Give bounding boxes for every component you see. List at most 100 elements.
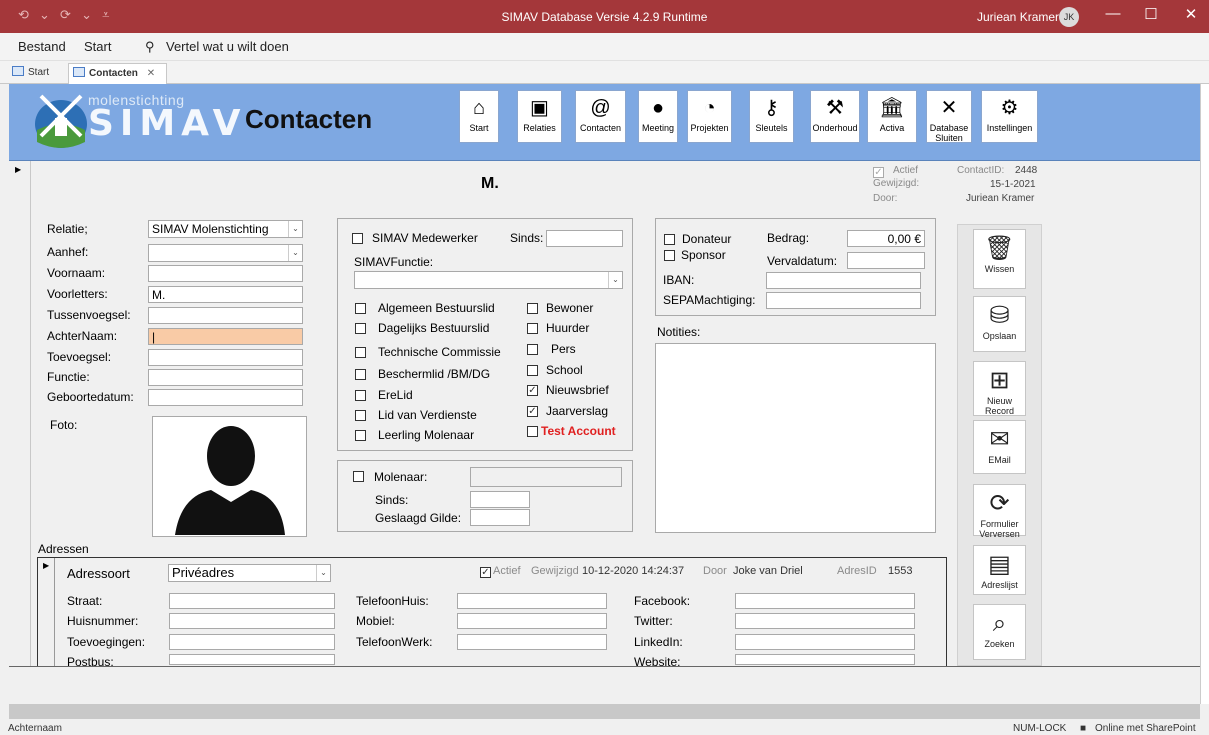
maximize-icon[interactable]: ☐ bbox=[1136, 5, 1166, 23]
user-name[interactable]: Juriean Kramer bbox=[977, 10, 1059, 24]
tab-contacten[interactable]: Contacten ✕ bbox=[68, 63, 167, 84]
categorie-checkbox[interactable]: ✓ bbox=[527, 406, 538, 417]
photo-frame[interactable] bbox=[152, 416, 307, 537]
categorie-label: School bbox=[546, 363, 583, 377]
form-header: molenstichting SIMAV Contacten ⌂ Start ▣ Re… bbox=[9, 84, 1200, 161]
adres-door-label: Door bbox=[703, 565, 727, 577]
functie-field[interactable] bbox=[148, 369, 303, 386]
refresh-icon: ⟳ bbox=[989, 490, 1010, 517]
subform-record-selector[interactable]: ▶ bbox=[38, 558, 55, 666]
adres-actief-checkbox[interactable]: ✓ bbox=[480, 567, 491, 578]
geboortedatum-field[interactable] bbox=[148, 389, 303, 406]
sinds-field[interactable] bbox=[546, 230, 623, 247]
sponsor-checkbox[interactable] bbox=[664, 250, 675, 261]
nav-button-0[interactable]: ⌂ Start bbox=[459, 90, 499, 143]
notities-field[interactable] bbox=[655, 343, 936, 533]
sidebar-button-1[interactable]: ⛁ Opslaan bbox=[973, 296, 1026, 352]
notities-label: Notities: bbox=[657, 325, 701, 339]
bedrag-field[interactable]: 0,00 € bbox=[847, 230, 925, 247]
adressoort-combo[interactable]: Privéadres ⌄ bbox=[168, 564, 331, 582]
voornaam-field[interactable] bbox=[148, 265, 303, 282]
record-selector[interactable]: ▶ bbox=[9, 161, 31, 666]
categorie-checkbox[interactable] bbox=[527, 303, 538, 314]
address-field[interactable] bbox=[169, 613, 335, 629]
social-field[interactable] bbox=[735, 654, 915, 665]
nav-button-3[interactable]: ● Meeting bbox=[638, 90, 678, 143]
simav-medewerker-checkbox[interactable] bbox=[352, 233, 363, 244]
avatar[interactable]: JK bbox=[1059, 7, 1079, 27]
nav-button-7[interactable]: 🏛 Activa bbox=[867, 90, 917, 143]
sidebar-button-5[interactable]: ▤ Adreslijst bbox=[973, 545, 1026, 595]
menu-start[interactable]: Start bbox=[84, 39, 111, 54]
molenaar-checkbox[interactable] bbox=[353, 471, 364, 482]
sharepoint-icon: ■ bbox=[1080, 723, 1087, 734]
relatie-combo[interactable]: SIMAV Molenstichting ⌄ bbox=[148, 220, 303, 238]
tussenvoegsel-field[interactable] bbox=[148, 307, 303, 324]
molenaar-sinds-label: Sinds: bbox=[375, 493, 409, 507]
vertical-scrollbar[interactable] bbox=[1200, 84, 1209, 704]
categorie-checkbox[interactable] bbox=[527, 323, 538, 334]
toevoegsel-field[interactable] bbox=[148, 349, 303, 366]
phone-field[interactable] bbox=[457, 634, 607, 650]
aanhef-combo[interactable]: ⌄ bbox=[148, 244, 303, 262]
close-icon[interactable]: ✕ bbox=[1176, 5, 1206, 23]
achternaam-field[interactable]: | bbox=[148, 328, 303, 345]
phone-field[interactable] bbox=[457, 613, 607, 629]
categorie-checkbox[interactable] bbox=[527, 365, 538, 376]
horizontal-scrollbar[interactable] bbox=[9, 704, 1200, 719]
social-field[interactable] bbox=[735, 593, 915, 609]
sidebar-button-0[interactable]: 🗑 Wissen bbox=[973, 229, 1026, 289]
nav-button-6[interactable]: ⚒ Onderhoud bbox=[810, 90, 860, 143]
menu-bestand[interactable]: Bestand bbox=[18, 39, 66, 54]
record-name: M. bbox=[481, 175, 499, 192]
voorletters-field[interactable]: M. bbox=[148, 286, 303, 303]
address-field[interactable] bbox=[169, 593, 335, 609]
close-tab-icon[interactable]: ✕ bbox=[147, 68, 155, 79]
categorie-label: Nieuwsbrief bbox=[546, 383, 609, 397]
molenaar-sinds-field[interactable] bbox=[470, 491, 530, 508]
functie-checkbox[interactable] bbox=[355, 410, 366, 421]
functie-checkbox[interactable] bbox=[355, 303, 366, 314]
simavfunctie-combo[interactable]: ⌄ bbox=[354, 271, 623, 289]
categorie-checkbox[interactable]: ✓ bbox=[527, 385, 538, 396]
sidebar-button-4[interactable]: ⟳ Formulier Verversen bbox=[973, 484, 1026, 539]
functie-checkbox[interactable] bbox=[355, 347, 366, 358]
nav-label: Meeting bbox=[641, 123, 675, 133]
adressen-title: Adressen bbox=[38, 542, 89, 556]
nav-button-5[interactable]: ⚷ Sleutels bbox=[749, 90, 794, 143]
nav-button-1[interactable]: ▣ Relaties bbox=[517, 90, 562, 143]
vervaldatum-field[interactable] bbox=[847, 252, 925, 269]
nav-button-2[interactable]: @ Contacten bbox=[575, 90, 626, 143]
molenaar-label: Molenaar: bbox=[374, 470, 428, 484]
social-field[interactable] bbox=[735, 613, 915, 629]
functie-checkbox[interactable] bbox=[355, 369, 366, 380]
nav-button-9[interactable]: ⚙ Instellingen bbox=[981, 90, 1038, 143]
sidebar-button-3[interactable]: ✉ EMail bbox=[973, 420, 1026, 474]
minimize-icon[interactable]: — bbox=[1098, 5, 1128, 22]
phone-field[interactable] bbox=[457, 593, 607, 609]
molenaar-field[interactable] bbox=[470, 467, 622, 487]
sepa-field[interactable] bbox=[766, 292, 921, 309]
search-icon[interactable]: ⚲ bbox=[145, 39, 155, 55]
sidebar-button-6[interactable]: ⌕ Zoeken bbox=[973, 604, 1026, 660]
functie-checkbox[interactable] bbox=[355, 430, 366, 441]
address-field[interactable] bbox=[169, 634, 335, 650]
nav-button-4[interactable]: ◔ Projekten bbox=[687, 90, 732, 143]
tell-me-box[interactable]: Vertel wat u wilt doen bbox=[166, 39, 289, 54]
gear-icon: ⚙ bbox=[1000, 97, 1019, 119]
functie-checkbox[interactable] bbox=[355, 323, 366, 334]
gilde-field[interactable] bbox=[470, 509, 530, 526]
functie-checkbox[interactable] bbox=[355, 390, 366, 401]
test-account-checkbox[interactable] bbox=[527, 426, 538, 437]
iban-field[interactable] bbox=[766, 272, 921, 289]
address-field[interactable] bbox=[169, 654, 335, 665]
categorie-checkbox[interactable] bbox=[527, 344, 538, 355]
trash-icon: 🗑 bbox=[984, 235, 1015, 262]
tab-start[interactable]: Start bbox=[8, 63, 53, 84]
categorie-label: Pers bbox=[551, 342, 576, 356]
form-icon bbox=[73, 67, 85, 77]
donateur-checkbox[interactable] bbox=[664, 234, 675, 245]
sidebar-button-2[interactable]: ⊞ Nieuw Record bbox=[973, 361, 1026, 416]
social-field[interactable] bbox=[735, 634, 915, 650]
nav-button-8[interactable]: ✕ Database Sluiten bbox=[926, 90, 972, 143]
